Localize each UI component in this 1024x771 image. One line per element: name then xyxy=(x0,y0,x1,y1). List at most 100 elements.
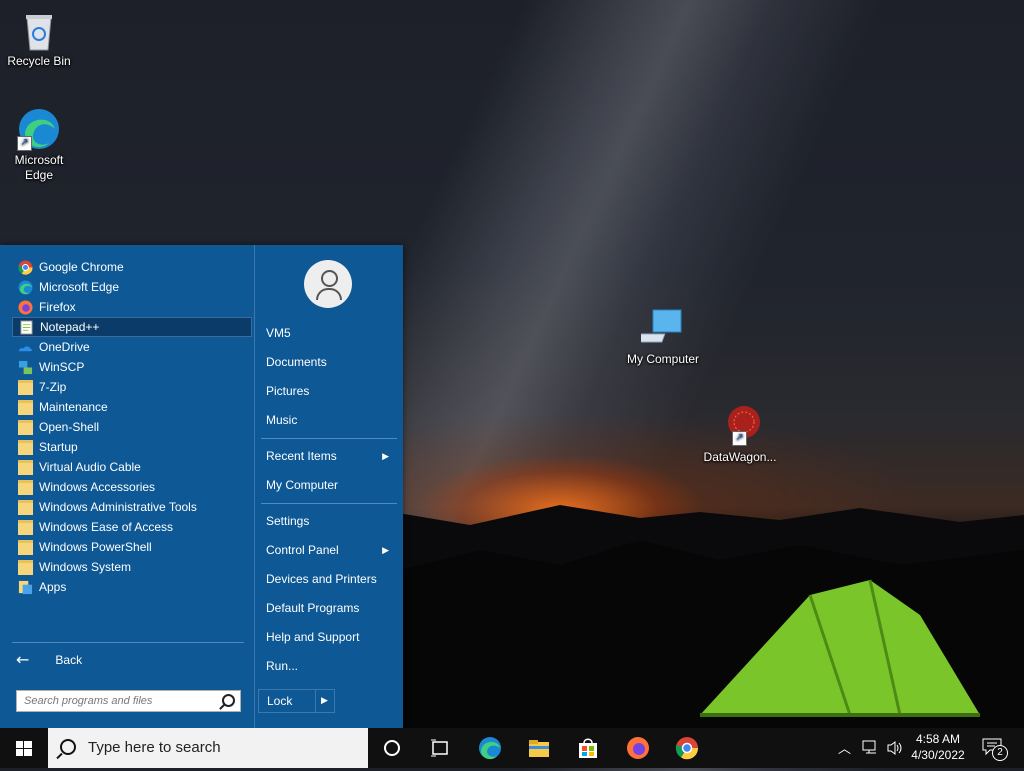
desktop-icon-label: My Computer xyxy=(626,352,700,366)
lock-button[interactable]: Lock ▶ xyxy=(258,689,335,713)
program-startup[interactable]: Startup xyxy=(12,437,252,457)
desktop-icon-microsoft-edge[interactable]: ↗ Microsoft Edge xyxy=(1,107,77,183)
program-open-shell[interactable]: Open-Shell xyxy=(12,417,252,437)
program-label: Windows System xyxy=(39,560,132,574)
start-menu-places-pane: VM5 Documents Pictures Music Recent Item… xyxy=(255,245,403,728)
folder-icon xyxy=(18,379,33,395)
desktop-icon-recycle-bin[interactable]: Recycle Bin xyxy=(1,8,77,69)
program-firefox[interactable]: Firefox xyxy=(12,297,252,317)
firefox-icon[interactable] xyxy=(626,736,650,760)
default-programs-label: Default Programs xyxy=(266,601,360,615)
back-button[interactable]: ← Back xyxy=(16,650,82,669)
documents-label: Documents xyxy=(266,355,327,369)
run-label: Run... xyxy=(266,659,299,673)
notification-count-badge: 2 xyxy=(992,745,1008,761)
recent-items-link[interactable]: Recent Items ▶ xyxy=(266,446,396,466)
program-label: Windows Ease of Access xyxy=(39,520,174,534)
store-icon[interactable] xyxy=(576,736,600,760)
program-winscp[interactable]: WinSCP xyxy=(12,357,252,377)
program-label: Firefox xyxy=(39,300,76,314)
program-label: Windows Administrative Tools xyxy=(39,500,197,514)
divider xyxy=(261,503,397,504)
help-support-label: Help and Support xyxy=(266,630,360,644)
folder-icon xyxy=(18,519,33,535)
folder-icon xyxy=(18,539,33,555)
settings-label: Settings xyxy=(266,514,310,528)
program-label: 7-Zip xyxy=(39,380,67,394)
taskbar-search-box[interactable]: Type here to search xyxy=(48,728,368,768)
pictures-label: Pictures xyxy=(266,384,310,398)
user-name: VM5 xyxy=(266,326,291,340)
program-google-chrome[interactable]: Google Chrome xyxy=(12,257,252,277)
desktop-icon-label: Microsoft Edge xyxy=(14,153,64,182)
submenu-arrow-icon: ▶ xyxy=(382,545,389,555)
shortcut-arrow-icon: ↗ xyxy=(732,431,747,446)
program-label: Maintenance xyxy=(39,400,108,414)
my-computer-link[interactable]: My Computer xyxy=(266,475,396,495)
recent-items-label: Recent Items xyxy=(266,449,337,463)
help-support-link[interactable]: Help and Support xyxy=(266,627,396,647)
desktop-icon-label: Recycle Bin xyxy=(7,54,71,68)
desktop-icon-datawagon[interactable]: ↗ DataWagon... xyxy=(702,404,778,465)
control-panel-link[interactable]: Control Panel ▶ xyxy=(266,540,396,560)
program-windows-administrative-tools[interactable]: Windows Administrative Tools xyxy=(12,497,252,517)
file-explorer-icon[interactable] xyxy=(527,736,551,760)
music-link[interactable]: Music xyxy=(266,410,396,430)
my-computer-label: My Computer xyxy=(266,478,339,492)
clock[interactable]: 4:58 AM 4/30/2022 xyxy=(905,731,971,763)
user-name-link[interactable]: VM5 xyxy=(266,323,396,343)
program-microsoft-edge[interactable]: Microsoft Edge xyxy=(12,277,252,297)
documents-link[interactable]: Documents xyxy=(266,352,396,372)
program-7-zip[interactable]: 7-Zip xyxy=(12,377,252,397)
system-tray: ︿ 4:58 AM 4/30/2022 2 xyxy=(830,728,1024,768)
program-windows-ease-of-access[interactable]: Windows Ease of Access xyxy=(12,517,252,537)
start-button[interactable] xyxy=(0,728,48,768)
folder-icon xyxy=(18,459,33,475)
default-programs-link[interactable]: Default Programs xyxy=(266,598,396,618)
search-icon xyxy=(60,739,76,755)
chrome-icon xyxy=(18,259,33,275)
taskbar: Type here to search ︿ 4:58 AM 4/30/2022 … xyxy=(0,728,1024,768)
volume-icon[interactable] xyxy=(886,740,904,756)
desktop-icon-my-computer[interactable]: My Computer xyxy=(625,306,701,367)
pictures-link[interactable]: Pictures xyxy=(266,381,396,401)
program-label: Google Chrome xyxy=(39,260,124,274)
program-windows-accessories[interactable]: Windows Accessories xyxy=(12,477,252,497)
program-maintenance[interactable]: Maintenance xyxy=(12,397,252,417)
music-label: Music xyxy=(266,413,298,427)
start-search-input[interactable]: Search programs and files xyxy=(16,690,241,712)
task-view-icon[interactable] xyxy=(428,736,452,760)
program-notepad-plus-plus[interactable]: Notepad++ xyxy=(12,317,252,337)
divider xyxy=(261,438,397,439)
control-panel-label: Control Panel xyxy=(266,543,339,557)
datawagon-icon: ↗ xyxy=(718,404,762,448)
notification-center-button[interactable]: 2 xyxy=(982,738,1008,761)
program-windows-powershell[interactable]: Windows PowerShell xyxy=(12,537,252,557)
apps-icon xyxy=(18,580,33,595)
program-virtual-audio-cable[interactable]: Virtual Audio Cable xyxy=(12,457,252,477)
settings-link[interactable]: Settings xyxy=(266,511,396,531)
devices-printers-link[interactable]: Devices and Printers xyxy=(266,569,396,589)
lock-options-arrow-icon[interactable]: ▶ xyxy=(321,695,328,706)
cortana-icon[interactable] xyxy=(380,736,404,760)
program-label: Windows Accessories xyxy=(39,480,156,494)
edge-icon[interactable] xyxy=(478,736,502,760)
folder-icon xyxy=(18,439,33,455)
program-apps[interactable]: Apps xyxy=(12,577,252,597)
network-icon[interactable] xyxy=(862,740,880,756)
program-label: Open-Shell xyxy=(39,420,100,434)
onedrive-icon xyxy=(18,340,33,355)
user-avatar[interactable] xyxy=(304,260,352,308)
program-list: Google Chrome Microsoft Edge Firefox Not… xyxy=(12,257,252,597)
lock-label: Lock xyxy=(267,694,293,708)
program-windows-system[interactable]: Windows System xyxy=(12,557,252,577)
folder-icon xyxy=(18,559,33,575)
recycle-bin-icon xyxy=(17,8,61,52)
run-link[interactable]: Run... xyxy=(266,656,396,676)
program-onedrive[interactable]: OneDrive xyxy=(12,337,252,357)
program-label: Notepad++ xyxy=(40,320,100,334)
start-menu-programs-pane: Google Chrome Microsoft Edge Firefox Not… xyxy=(0,245,254,728)
chrome-icon[interactable] xyxy=(675,736,699,760)
show-hidden-icons-chevron-icon[interactable]: ︿ xyxy=(838,738,851,757)
desktop-icon-label: DataWagon... xyxy=(703,450,777,464)
